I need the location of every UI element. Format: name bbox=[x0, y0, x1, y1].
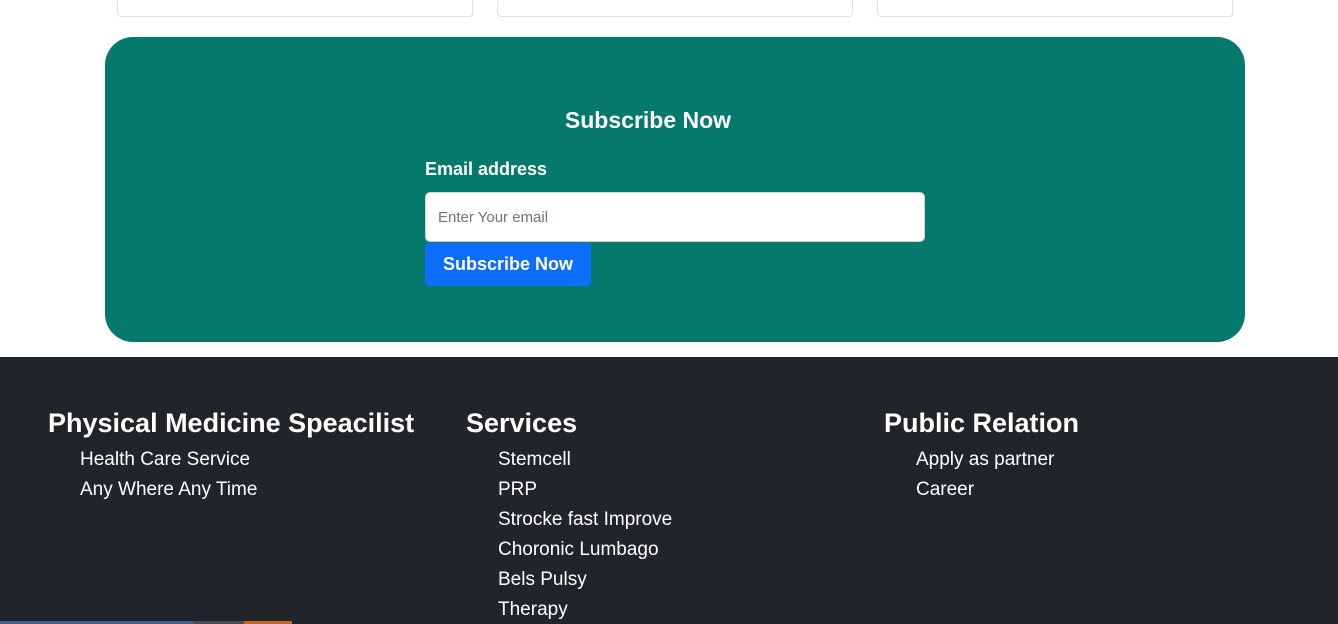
subscribe-section: Subscribe Now Email address Subscribe No… bbox=[105, 37, 1245, 342]
footer-link[interactable]: Career bbox=[916, 475, 1079, 505]
footer-heading: Public Relation bbox=[884, 408, 1080, 438]
footer-link[interactable]: Apply as partner bbox=[916, 445, 1079, 475]
footer: Physical Medicine Speacilist Health Care… bbox=[0, 357, 1338, 624]
email-label: Email address bbox=[425, 159, 548, 179]
footer-link[interactable]: Strocke fast Improve bbox=[498, 505, 672, 535]
subscribe-title: Subscribe Now bbox=[564, 107, 732, 133]
email-field[interactable] bbox=[425, 192, 925, 242]
footer-link[interactable]: Therapy bbox=[498, 595, 672, 624]
card-stub-3 bbox=[877, 0, 1233, 17]
footer-column-public-relation: Public Relation Apply as partner Career bbox=[884, 407, 1079, 505]
footer-link[interactable]: PRP bbox=[498, 475, 672, 505]
footer-list: Health Care Service Any Where Any Time bbox=[48, 445, 414, 505]
footer-link[interactable]: Choronic Lumbago bbox=[498, 535, 672, 565]
footer-link[interactable]: Bels Pulsy bbox=[498, 565, 672, 595]
footer-link[interactable]: Health Care Service bbox=[80, 445, 414, 475]
card-stub-2 bbox=[497, 0, 853, 17]
footer-link[interactable]: Stemcell bbox=[498, 445, 672, 475]
footer-link[interactable]: Any Where Any Time bbox=[80, 475, 414, 505]
footer-list: Stemcell PRP Strocke fast Improve Choron… bbox=[466, 445, 672, 624]
footer-column-specialist: Physical Medicine Speacilist Health Care… bbox=[48, 407, 414, 505]
footer-column-services: Services Stemcell PRP Strocke fast Impro… bbox=[466, 407, 672, 624]
footer-list: Apply as partner Career bbox=[884, 445, 1079, 505]
card-stub-1 bbox=[117, 0, 473, 17]
footer-heading: Services bbox=[466, 408, 578, 438]
subscribe-button[interactable]: Subscribe Now bbox=[425, 243, 591, 286]
footer-heading: Physical Medicine Speacilist bbox=[48, 408, 415, 438]
